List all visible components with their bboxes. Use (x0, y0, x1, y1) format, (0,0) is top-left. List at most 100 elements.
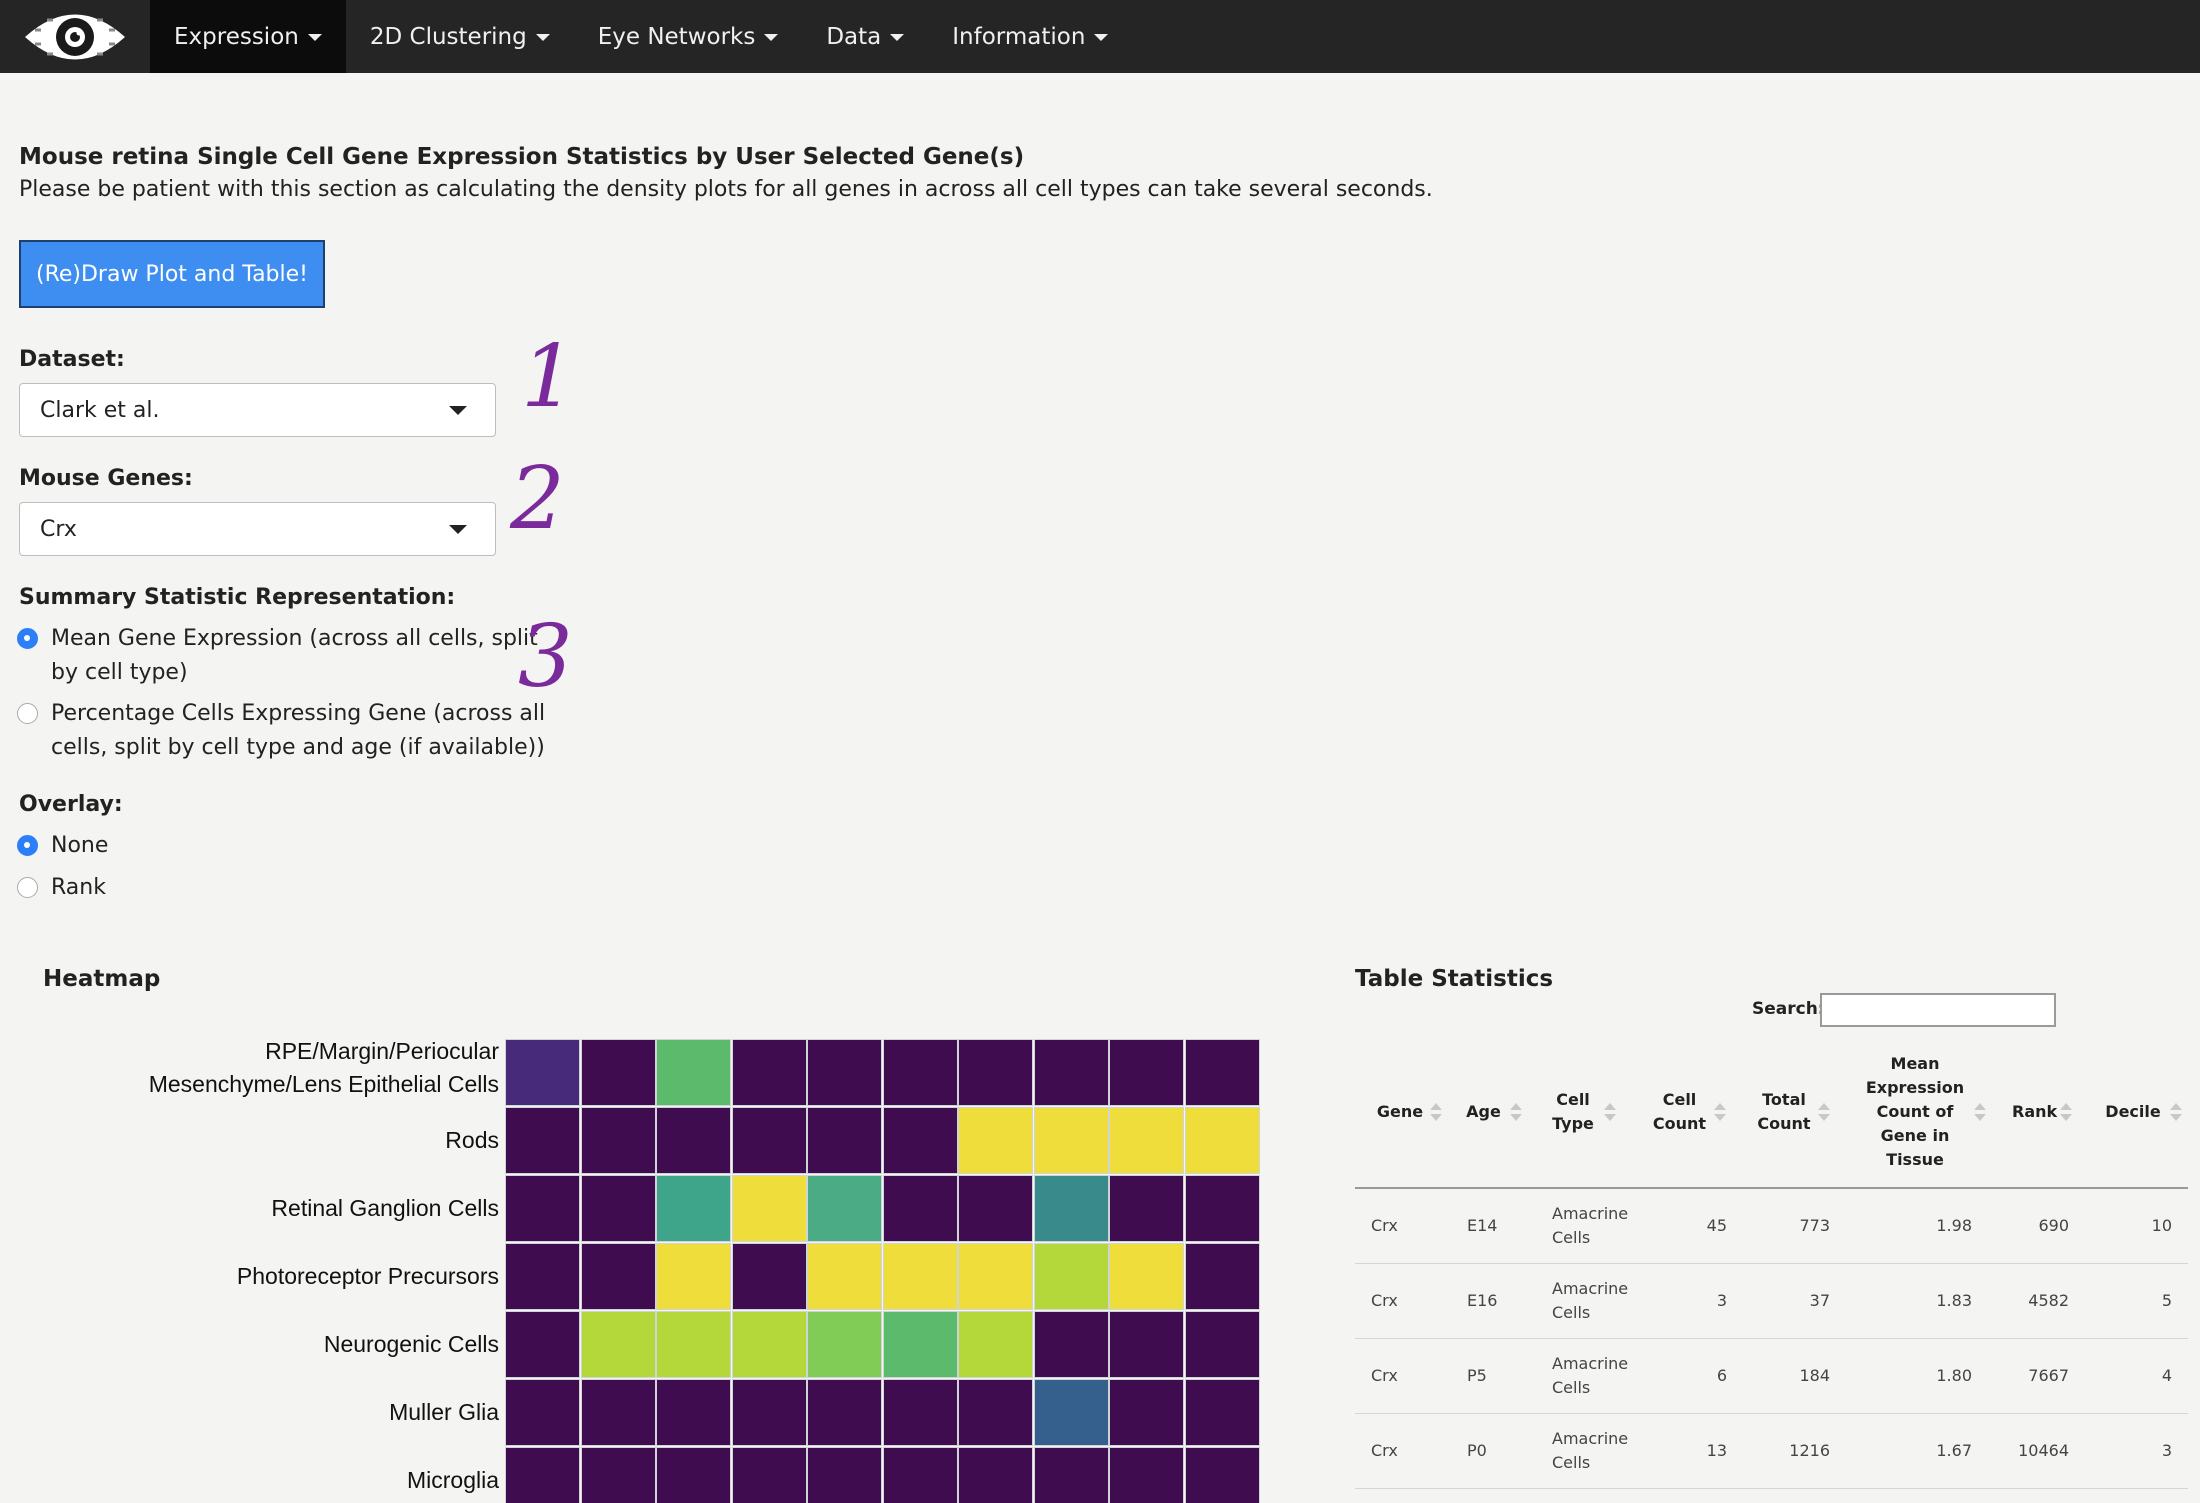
sort-up-icon[interactable] (1510, 1103, 1522, 1110)
sort-up-icon[interactable] (1430, 1103, 1442, 1110)
heatmap-cell[interactable] (807, 1107, 882, 1174)
heatmap-cell[interactable] (656, 1107, 731, 1174)
sort-down-icon[interactable] (1430, 1114, 1442, 1121)
heatmap-cell[interactable] (1109, 1243, 1184, 1310)
heatmap-cell[interactable] (580, 1039, 656, 1106)
heatmap-cell[interactable] (1033, 1243, 1109, 1310)
column-header[interactable]: Decile (2102, 1100, 2164, 1124)
heatmap-cell[interactable] (505, 1107, 580, 1174)
heatmap-cell[interactable] (656, 1447, 731, 1503)
heatmap-cell[interactable] (731, 1175, 807, 1242)
heatmap-cell[interactable] (505, 1447, 580, 1503)
column-header[interactable]: Age (1463, 1100, 1504, 1124)
heatmap-cell[interactable] (1109, 1107, 1184, 1174)
heatmap-cell[interactable] (580, 1175, 656, 1242)
heatmap-cell[interactable] (656, 1311, 731, 1378)
heatmap-cell[interactable] (505, 1243, 580, 1310)
heatmap-cell[interactable] (580, 1243, 656, 1310)
heatmap-cell[interactable] (807, 1311, 882, 1378)
heatmap-cell[interactable] (958, 1379, 1033, 1446)
heatmap-cell[interactable] (882, 1311, 958, 1378)
heatmap-cell[interactable] (731, 1311, 807, 1378)
heatmap-cell[interactable] (1033, 1175, 1109, 1242)
heatmap-cell[interactable] (1033, 1311, 1109, 1378)
sort-up-icon[interactable] (2060, 1103, 2072, 1110)
sort-down-icon[interactable] (1974, 1114, 1986, 1121)
radio-unselected-icon[interactable] (17, 703, 38, 724)
heatmap-cell[interactable] (958, 1039, 1033, 1106)
heatmap-cell[interactable] (656, 1175, 731, 1242)
heatmap-cell[interactable] (505, 1311, 580, 1378)
sort-up-icon[interactable] (1714, 1103, 1726, 1110)
heatmap-cell[interactable] (505, 1039, 580, 1106)
heatmap-cell[interactable] (731, 1243, 807, 1310)
mouse-genes-select[interactable]: Crx (19, 502, 496, 556)
sort-down-icon[interactable] (1510, 1114, 1522, 1121)
heatmap-cell[interactable] (1184, 1175, 1260, 1242)
sort-down-icon[interactable] (2170, 1114, 2182, 1121)
heatmap-cell[interactable] (807, 1243, 882, 1310)
search-input[interactable] (1820, 993, 2056, 1027)
heatmap-cell[interactable] (958, 1107, 1033, 1174)
summary-option-mean[interactable]: Mean Gene Expression (across all cells, … (17, 622, 538, 690)
heatmap-cell[interactable] (958, 1447, 1033, 1503)
heatmap-cell[interactable] (1109, 1311, 1184, 1378)
sort-up-icon[interactable] (1604, 1103, 1616, 1110)
nav-information[interactable]: Information (928, 0, 1132, 73)
sort-up-icon[interactable] (1818, 1103, 1830, 1110)
heatmap-cell[interactable] (731, 1107, 807, 1174)
heatmap-cell[interactable] (882, 1243, 958, 1310)
nav-expression[interactable]: Expression (150, 0, 346, 73)
heatmap-cell[interactable] (1033, 1107, 1109, 1174)
heatmap-cell[interactable] (1184, 1311, 1260, 1378)
heatmap-cell[interactable] (731, 1039, 807, 1106)
heatmap-cell[interactable] (882, 1175, 958, 1242)
heatmap-cell[interactable] (505, 1379, 580, 1446)
heatmap-cell[interactable] (731, 1447, 807, 1503)
nav-data[interactable]: Data (802, 0, 928, 73)
sort-down-icon[interactable] (1818, 1114, 1830, 1121)
eye-logo-icon[interactable] (0, 0, 150, 73)
radio-selected-icon[interactable] (17, 835, 38, 856)
heatmap-cell[interactable] (882, 1107, 958, 1174)
column-header[interactable]: Gene (1376, 1100, 1424, 1124)
heatmap-cell[interactable] (958, 1311, 1033, 1378)
heatmap-cell[interactable] (1184, 1447, 1260, 1503)
heatmap-cell[interactable] (1033, 1447, 1109, 1503)
redraw-button[interactable]: (Re)Draw Plot and Table! (19, 240, 325, 308)
heatmap-cell[interactable] (1184, 1107, 1260, 1174)
column-header[interactable]: Cell Count (1651, 1088, 1708, 1136)
heatmap-cell[interactable] (882, 1379, 958, 1446)
heatmap-cell[interactable] (807, 1175, 882, 1242)
heatmap-cell[interactable] (1109, 1039, 1184, 1106)
heatmap-cell[interactable] (1109, 1175, 1184, 1242)
heatmap-cell[interactable] (731, 1379, 807, 1446)
heatmap-cell[interactable] (958, 1243, 1033, 1310)
sort-down-icon[interactable] (2060, 1114, 2072, 1121)
nav-eye-networks[interactable]: Eye Networks (574, 0, 803, 73)
nav-2d-clustering[interactable]: 2D Clustering (346, 0, 574, 73)
column-header[interactable]: Total Count (1756, 1088, 1812, 1136)
heatmap-cell[interactable] (1109, 1447, 1184, 1503)
column-header[interactable]: Cell Type (1548, 1088, 1598, 1136)
dataset-select[interactable]: Clark et al. (19, 383, 496, 437)
heatmap-cell[interactable] (1033, 1379, 1109, 1446)
heatmap-cell[interactable] (882, 1447, 958, 1503)
overlay-option-none[interactable]: None (17, 829, 108, 863)
heatmap-cell[interactable] (958, 1175, 1033, 1242)
heatmap-cell[interactable] (656, 1039, 731, 1106)
summary-option-percentage[interactable]: Percentage Cells Expressing Gene (across… (17, 697, 545, 765)
sort-down-icon[interactable] (1714, 1114, 1726, 1121)
sort-up-icon[interactable] (1974, 1103, 1986, 1110)
radio-selected-icon[interactable] (17, 628, 38, 649)
sort-up-icon[interactable] (2170, 1103, 2182, 1110)
heatmap-cell[interactable] (656, 1243, 731, 1310)
overlay-option-rank[interactable]: Rank (17, 871, 106, 905)
heatmap-cell[interactable] (580, 1107, 656, 1174)
heatmap-cell[interactable] (656, 1379, 731, 1446)
heatmap-cell[interactable] (580, 1379, 656, 1446)
radio-unselected-icon[interactable] (17, 877, 38, 898)
heatmap-cell[interactable] (505, 1175, 580, 1242)
heatmap-cell[interactable] (882, 1039, 958, 1106)
column-header[interactable]: Rank (2012, 1100, 2057, 1124)
